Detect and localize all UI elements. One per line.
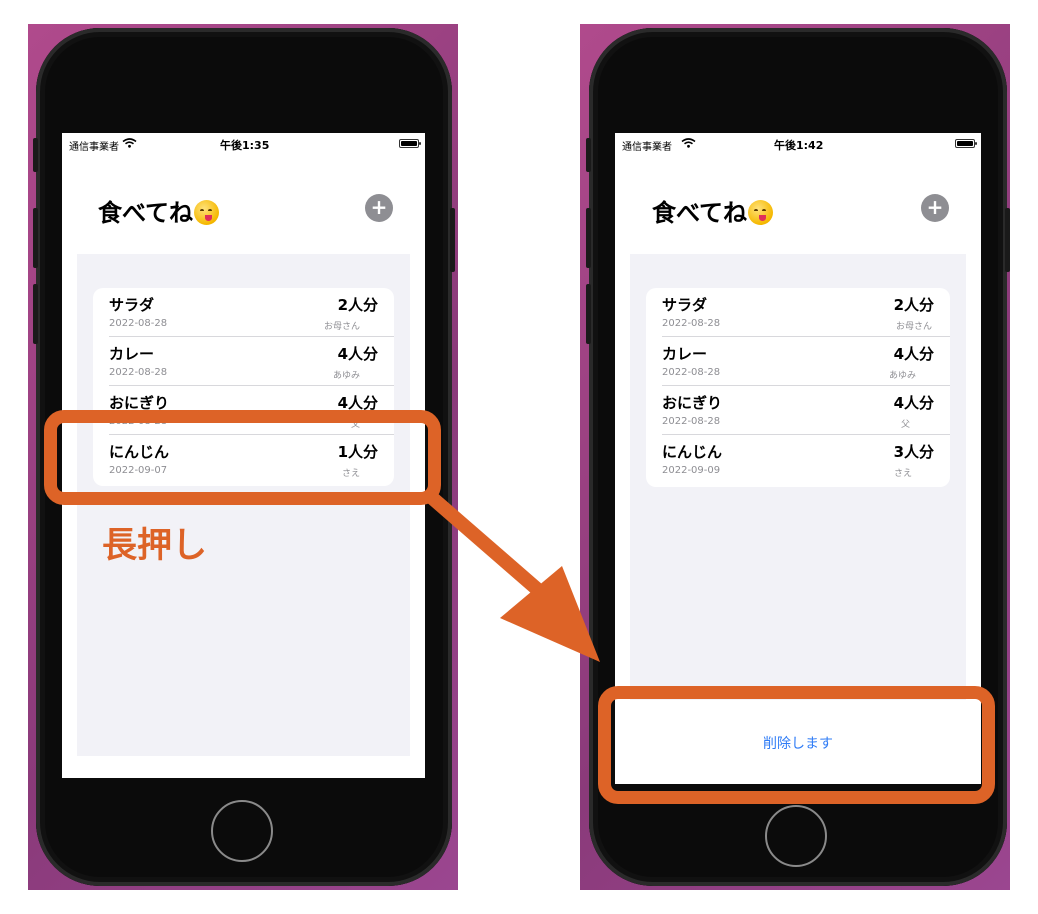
delete-highlight: [598, 686, 995, 804]
